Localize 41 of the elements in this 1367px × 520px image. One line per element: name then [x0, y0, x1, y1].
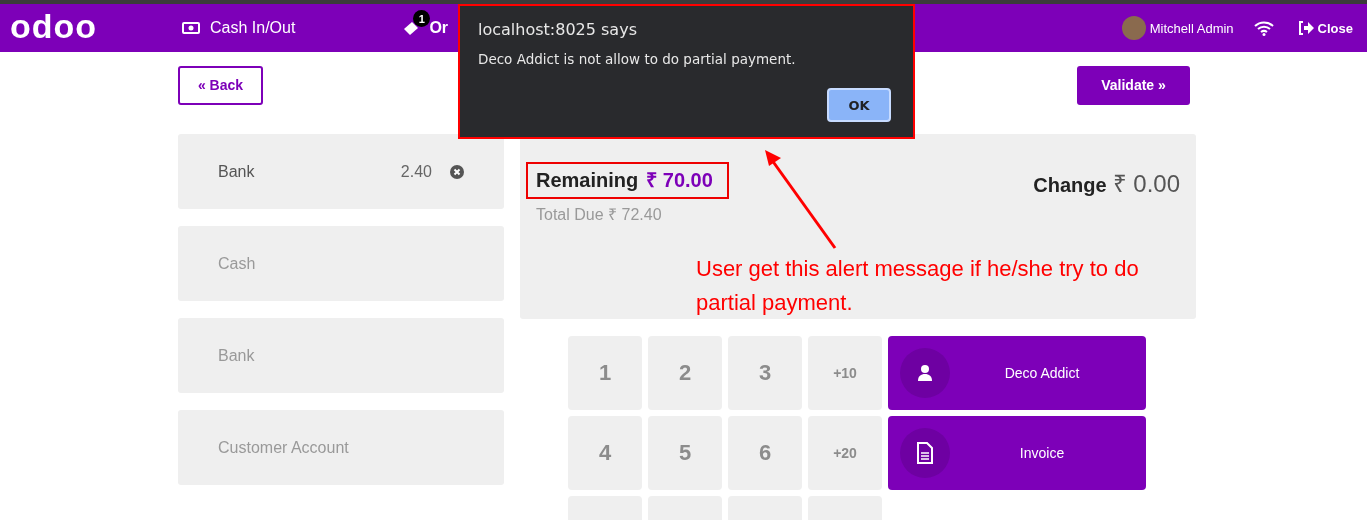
- numpad-key[interactable]: 1: [568, 336, 642, 410]
- payment-name: Bank: [218, 346, 255, 365]
- order-count-badge: 1: [413, 10, 431, 27]
- user-name[interactable]: Mitchell Admin: [1121, 16, 1234, 40]
- payment-name: Cash: [218, 254, 256, 273]
- person-icon: [917, 364, 933, 382]
- ok-button[interactable]: OK: [827, 88, 891, 122]
- cash-in-out-button[interactable]: Cash In/Out: [178, 19, 300, 37]
- payment-name: Bank: [218, 162, 255, 181]
- numpad-key[interactable]: 3: [728, 336, 802, 410]
- avatar: [1121, 16, 1146, 40]
- close-button[interactable]: Close: [1293, 20, 1357, 36]
- numpad-key[interactable]: +20: [808, 416, 882, 490]
- customer-button[interactable]: Deco Addict: [888, 336, 1146, 410]
- validate-button[interactable]: Validate »: [1077, 65, 1190, 105]
- change-amount: Change ₹ 0.00: [1033, 169, 1180, 199]
- ticket-icon: [403, 21, 420, 35]
- numpad-key[interactable]: 6: [728, 416, 802, 490]
- remaining-amount: Remaining ₹ 70.00: [526, 162, 729, 199]
- wifi-icon: [1253, 20, 1274, 36]
- annotation-text: partial payment.: [696, 289, 854, 317]
- annotation-text: User get this alert message if he/she try to do: [696, 255, 1139, 283]
- numpad-key[interactable]: 4: [568, 416, 642, 490]
- invoice-button[interactable]: Invoice: [888, 416, 1146, 490]
- numpad-key[interactable]: 5: [648, 416, 722, 490]
- payment-amount: 2.40: [400, 162, 432, 181]
- payment-method[interactable]: Customer Account: [178, 410, 504, 485]
- total-due: Total Due ₹ 72.40: [536, 205, 663, 225]
- payment-method[interactable]: Cash: [178, 226, 504, 301]
- payment-name: Customer Account: [218, 438, 349, 457]
- payment-method[interactable]: Bank: [178, 318, 504, 393]
- numpad-key[interactable]: +10: [808, 336, 882, 410]
- dialog-message: Deco Addict is not allow to do partial payment.: [478, 51, 797, 67]
- numpad-key[interactable]: 2: [648, 336, 722, 410]
- document-icon: [916, 442, 934, 464]
- sign-out-icon: [1297, 21, 1314, 35]
- banknote-icon: [182, 22, 200, 34]
- delete-icon[interactable]: [450, 164, 464, 179]
- logo: odoo: [10, 6, 99, 46]
- back-button[interactable]: « Back: [178, 65, 263, 105]
- dialog-title: localhost:8025 says: [478, 20, 638, 39]
